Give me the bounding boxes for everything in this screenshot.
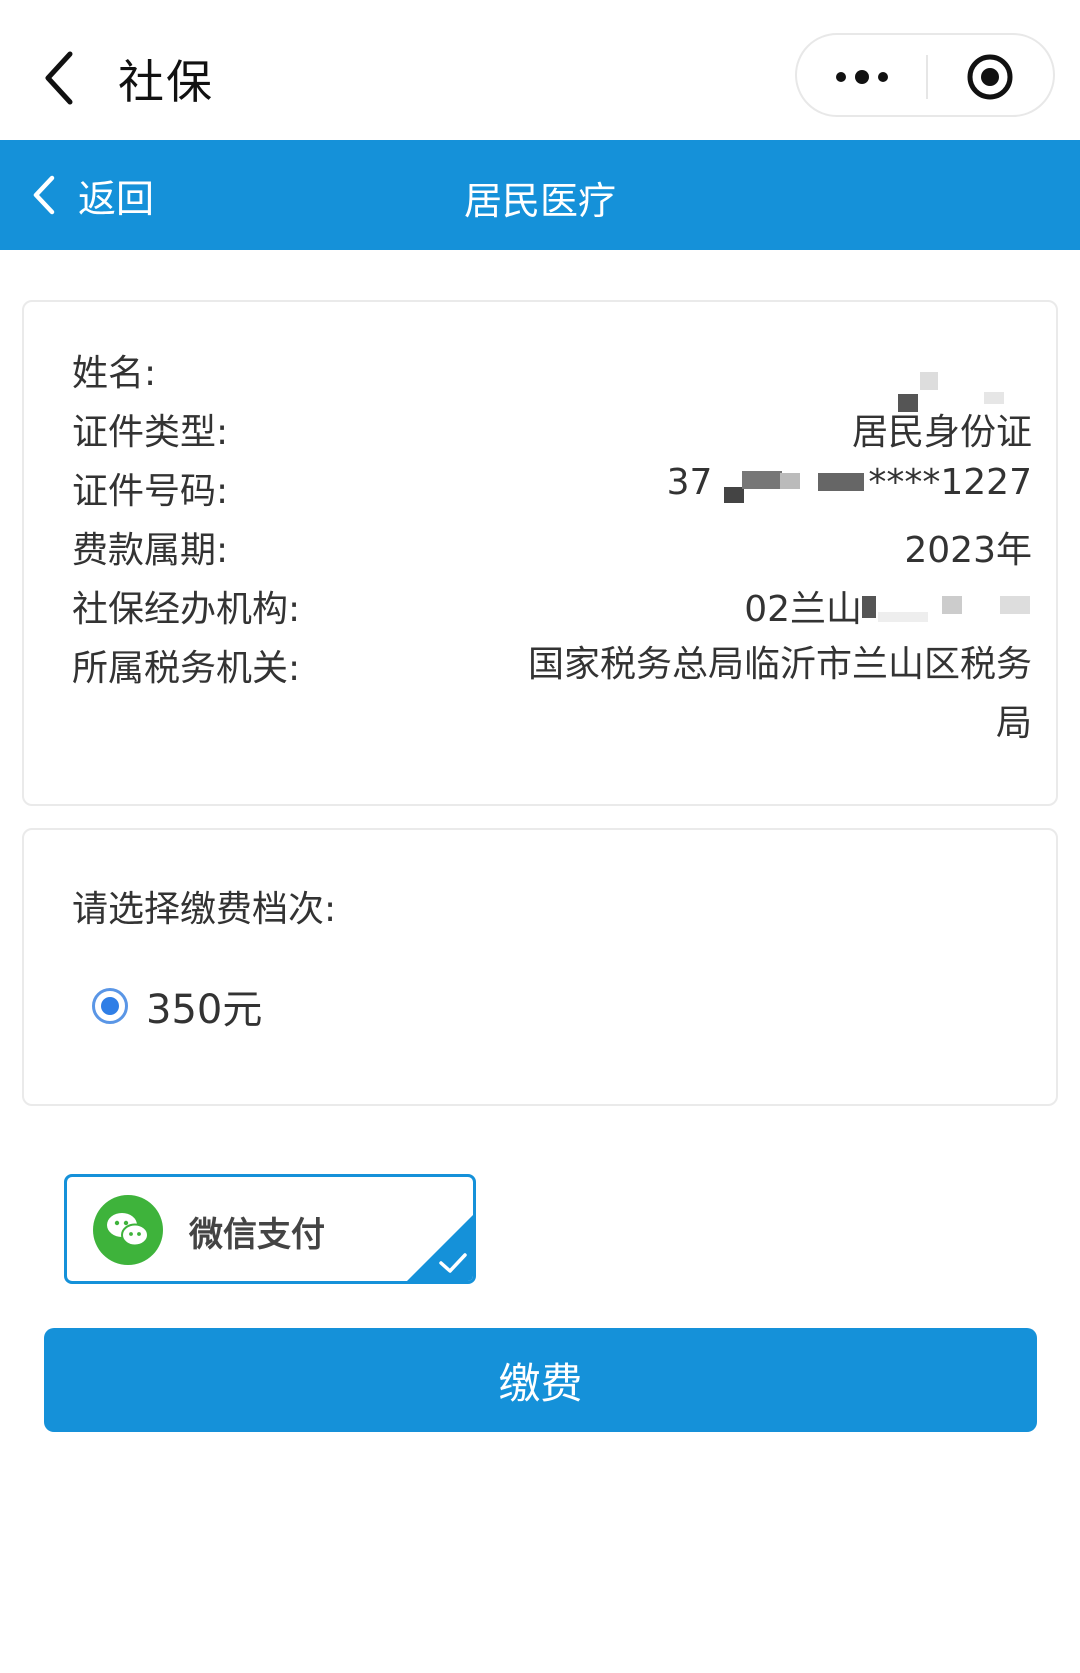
tax-office-label: 所属税务机关: <box>72 648 301 689</box>
info-row-period: 费款属期: 2023年 <box>72 521 1032 581</box>
wechat-pay-label: 微信支付 <box>189 1215 325 1255</box>
page-title: 居民医疗 <box>463 179 616 223</box>
name-label: 姓名: <box>72 353 157 394</box>
selected-check-icon <box>407 1215 473 1281</box>
fee-level-card: 请选择缴费档次: 350元 <box>22 828 1058 1106</box>
close-miniprogram-icon[interactable] <box>965 52 1015 102</box>
id-number-label: 证件号码: <box>72 471 229 512</box>
fee-option-label: 350元 <box>146 987 263 1033</box>
capsule-divider <box>926 55 928 99</box>
wechat-pay-option[interactable]: 微信支付 <box>64 1174 476 1284</box>
id-number-prefix: 37 <box>666 462 713 503</box>
pay-button[interactable]: 缴费 <box>44 1328 1037 1432</box>
mini-program-title-bar: 社保 <box>0 0 1080 140</box>
id-number-suffix: ****1227 <box>868 462 1032 503</box>
period-value: 2023年 <box>904 530 1032 571</box>
page-header: 返回 居民医疗 <box>0 140 1080 250</box>
redaction-mosaic <box>718 463 868 503</box>
period-label: 费款属期: <box>72 530 229 571</box>
agency-label: 社保经办机构: <box>72 589 301 630</box>
redaction-mosaic <box>898 368 1032 412</box>
fee-level-label: 请选择缴费档次: <box>72 889 337 930</box>
tax-office-value: 国家税务总局临沂市兰山区税务局 <box>527 644 1032 744</box>
more-options-icon[interactable] <box>827 57 897 97</box>
info-row-tax-office: 所属税务机关: 国家税务总局临沂市兰山区税务局 <box>72 639 1032 759</box>
id-type-label: 证件类型: <box>72 412 229 453</box>
mini-program-title: 社保 <box>118 55 214 109</box>
insured-info-card: 姓名: 证件类型: 居民身份证 证件号码: 37 ****1227 费款属期: … <box>22 300 1058 806</box>
info-row-id-number: 证件号码: 37 ****1227 <box>72 462 1032 522</box>
fee-option-350[interactable]: 350元 <box>92 976 262 1036</box>
redaction-mosaic <box>862 586 1032 626</box>
id-type-value: 居民身份证 <box>851 412 1032 453</box>
capsule-menu <box>795 33 1055 117</box>
back-chevron-icon[interactable] <box>40 48 80 108</box>
id-number-value: 37 ****1227 <box>667 462 1032 503</box>
info-row-name: 姓名: <box>72 344 1032 412</box>
wechat-icon <box>93 1195 163 1265</box>
agency-value: 02兰山 <box>744 580 1032 632</box>
info-row-agency: 社保经办机构: 02兰山 <box>72 580 1032 640</box>
info-row-id-type: 证件类型: 居民身份证 <box>72 403 1032 463</box>
agency-value-text: 02兰山 <box>744 589 862 630</box>
radio-selected-icon[interactable] <box>92 988 128 1024</box>
